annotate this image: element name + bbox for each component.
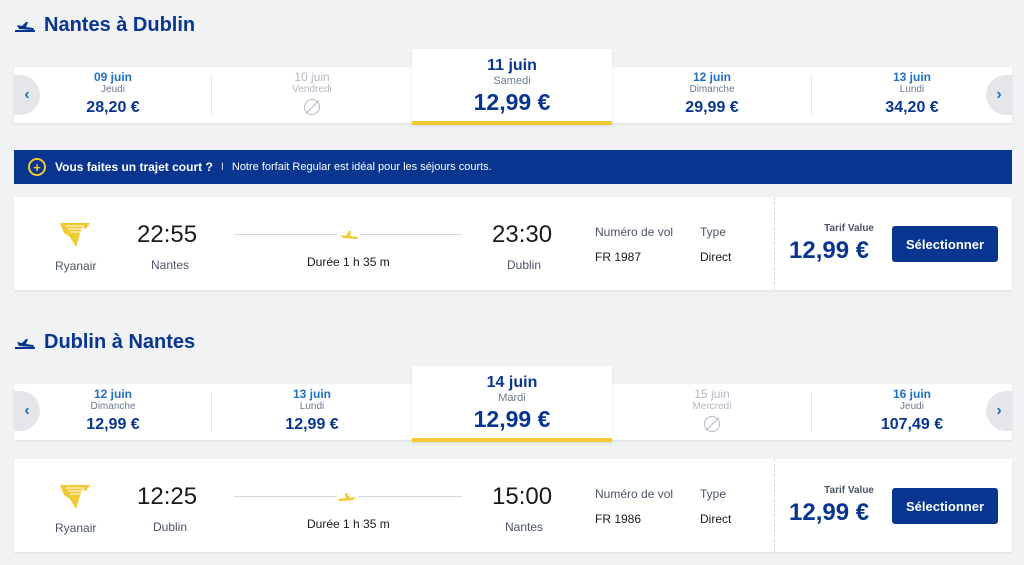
date-label: 16 juin [892, 387, 931, 401]
departure-city: Dublin [153, 520, 188, 534]
flight-number-label: Numéro de vol [595, 487, 674, 501]
banner-bold-text: Vous faites un trajet court ? [55, 160, 213, 174]
card-divider [774, 459, 775, 552]
flight-number: FR 1986 [595, 512, 642, 526]
outbound-flight-card[interactable]: Ryanair 22:55 Nantes Durée 1 h 35 m 23:3… [14, 197, 1012, 290]
day-label: Samedi [493, 75, 531, 87]
day-label: Vendredi [292, 84, 332, 95]
return-date-option[interactable]: 13 juin Lundi 12,99 € [212, 384, 412, 440]
flight-duration: Durée 1 h 35 m [307, 517, 390, 531]
return-date-option: 15 juin Mercredi [612, 384, 812, 440]
arrival-time: 15:00 [492, 483, 553, 510]
date-price: 28,20 € [86, 99, 140, 116]
outbound-date-selected[interactable]: 11 juin Samedi 12,99 € [412, 49, 612, 125]
flight-number-label: Numéro de vol [595, 225, 674, 239]
departure-time: 22:55 [137, 221, 198, 248]
date-label: 13 juin [292, 387, 331, 401]
select-flight-button[interactable]: Sélectionner [892, 226, 998, 262]
day-label: Jeudi [900, 401, 924, 412]
return-date-option[interactable]: 12 juin Dimanche 12,99 € [14, 384, 212, 440]
chevron-right-icon: › [996, 86, 1002, 103]
outbound-date-option[interactable]: 13 juin Lundi 34,20 € [812, 67, 1012, 123]
departure-city: Nantes [151, 258, 190, 272]
return-date-selected[interactable]: 14 juin Mardi 12,99 € [412, 366, 612, 442]
plus-circle-icon: + [28, 158, 46, 176]
arrival-city: Dublin [507, 258, 542, 272]
banner-separator: I [220, 161, 224, 173]
arrival-time: 23:30 [492, 221, 553, 248]
day-label: Mercredi [692, 401, 732, 412]
departure-plane-icon [15, 338, 35, 349]
flight-duration: Durée 1 h 35 m [307, 255, 390, 269]
date-label: 11 juin [487, 57, 537, 74]
chevron-left-icon: ‹ [24, 86, 30, 103]
arrival-city: Nantes [505, 520, 544, 534]
return-date-option[interactable]: 16 juin Jeudi 107,49 € [812, 384, 1012, 440]
selected-indicator [412, 438, 612, 442]
date-price: 12,99 € [86, 416, 140, 433]
date-label: 15 juin [694, 387, 730, 401]
date-label: 09 juin [93, 70, 132, 84]
date-price: 12,99 € [473, 89, 551, 115]
date-label: 12 juin [93, 387, 132, 401]
outbound-date-option: 10 juin Vendredi [212, 67, 412, 123]
ryanair-logo-icon [60, 223, 90, 247]
tarif-label: Tarif Value [824, 485, 874, 496]
day-label: Dimanche [689, 84, 735, 95]
return-flight-card[interactable]: Ryanair 12:25 Dublin Durée 1 h 35 m 15:0… [14, 459, 1012, 552]
outbound-date-option[interactable]: 09 juin Jeudi 28,20 € [14, 67, 212, 123]
tarif-label: Tarif Value [824, 223, 874, 234]
selected-indicator [412, 121, 612, 125]
date-price: 34,20 € [885, 99, 939, 116]
date-price: 107,49 € [880, 416, 944, 433]
departure-time: 12:25 [137, 483, 198, 510]
date-label: 12 juin [692, 70, 731, 84]
flight-type-label: Type [700, 225, 727, 239]
day-label: Lundi [899, 84, 925, 95]
chevron-left-icon: ‹ [24, 402, 30, 419]
day-label: Lundi [299, 401, 325, 412]
day-label: Jeudi [101, 84, 125, 95]
date-label: 13 juin [892, 70, 931, 84]
banner-text: Notre forfait Regular est idéal pour les… [231, 161, 492, 173]
no-flight-icon [704, 416, 720, 432]
date-price: 12,99 € [285, 416, 339, 433]
departure-plane-icon [15, 21, 35, 32]
short-trip-banner[interactable]: + Vous faites un trajet court ? I Notre … [14, 150, 1012, 184]
plane-icon [338, 228, 360, 242]
flight-type: Direct [700, 512, 732, 526]
ryanair-logo-icon [60, 485, 90, 509]
chevron-right-icon: › [996, 402, 1002, 419]
outbound-section-title: Nantes à Dublin [14, 14, 195, 37]
outbound-date-option[interactable]: 12 juin Dimanche 29,99 € [612, 67, 812, 123]
day-label: Dimanche [90, 401, 136, 412]
flight-type-label: Type [700, 487, 727, 501]
date-price: 29,99 € [685, 99, 739, 116]
return-section-title: Dublin à Nantes [14, 331, 195, 354]
flight-price: 12,99 € [789, 499, 870, 526]
day-label: Mardi [498, 392, 526, 404]
airline-name: Ryanair [55, 521, 97, 535]
flight-price: 12,99 € [789, 237, 870, 264]
date-label: 14 juin [486, 374, 538, 391]
date-price: 12,99 € [473, 406, 551, 432]
flight-type: Direct [700, 250, 732, 264]
outbound-title: Nantes à Dublin [44, 14, 196, 36]
plane-icon [336, 490, 358, 504]
card-divider [774, 197, 775, 290]
select-flight-button[interactable]: Sélectionner [892, 488, 998, 524]
flight-number: FR 1987 [595, 250, 642, 264]
airline-name: Ryanair [55, 259, 97, 273]
return-title: Dublin à Nantes [44, 331, 196, 353]
no-flight-icon [304, 99, 320, 115]
date-label: 10 juin [294, 70, 330, 84]
